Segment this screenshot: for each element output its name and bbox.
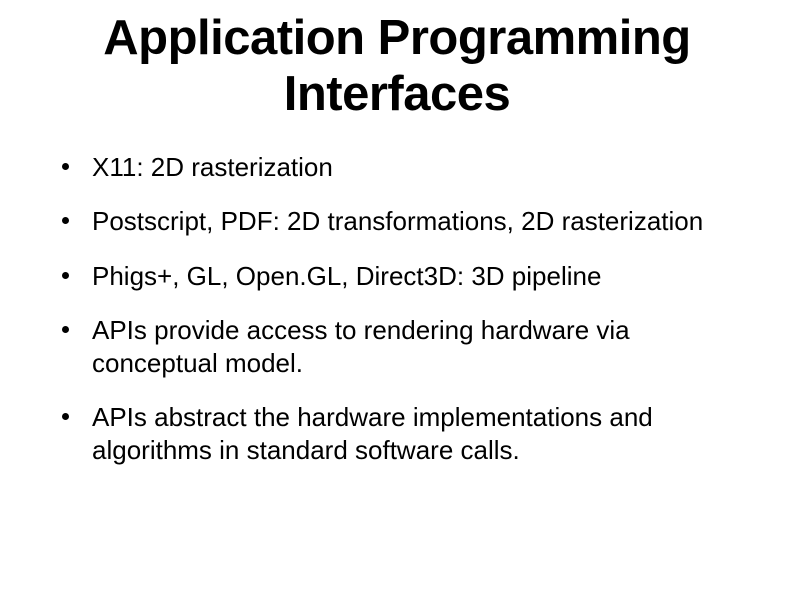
list-item: APIs provide access to rendering hardwar… xyxy=(62,314,754,379)
list-item: Phigs+, GL, Open.GL, Direct3D: 3D pipeli… xyxy=(62,260,754,293)
list-item: Postscript, PDF: 2D transformations, 2D … xyxy=(62,205,754,238)
bullet-list: X11: 2D rasterization Postscript, PDF: 2… xyxy=(40,151,754,467)
list-item: X11: 2D rasterization xyxy=(62,151,754,184)
list-item: APIs abstract the hardware implementatio… xyxy=(62,401,754,466)
slide-title: Application Programming Interfaces xyxy=(40,10,754,123)
